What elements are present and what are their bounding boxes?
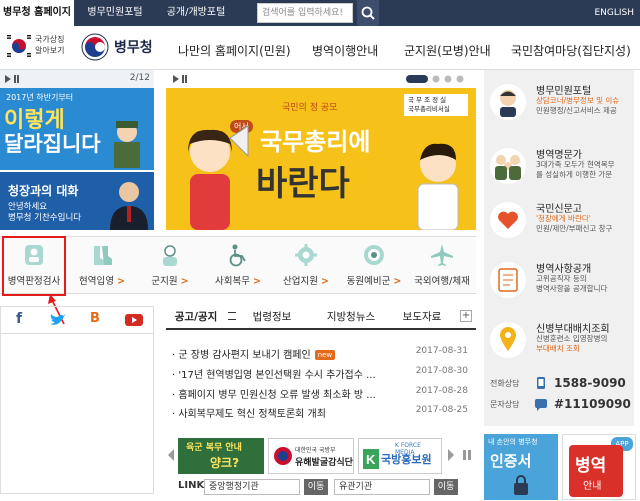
- right-item-disclosure[interactable]: 병역사항공개 고위공직자 등의 병역사항을 공개합니다: [484, 254, 634, 314]
- quick-menu: 병역판정검사 현역입영 > 군지원 > 사회복무 > 산업지원 > 동원예비군 …: [0, 236, 476, 294]
- search-icon: [361, 6, 375, 20]
- go-button[interactable]: 이동: [434, 479, 458, 495]
- girl-cartoon-icon: [188, 125, 249, 230]
- blog-link[interactable]: B: [77, 307, 115, 333]
- airplane-icon: [431, 244, 453, 266]
- quick-item-volunteer[interactable]: 군지원 >: [136, 237, 204, 295]
- center-banner-controls: [166, 70, 476, 88]
- play-pause-icon[interactable]: [4, 74, 20, 84]
- tab-press-release[interactable]: 보도자료: [392, 306, 452, 328]
- banner-certificate[interactable]: 내 손안의 병무청 인증서: [484, 434, 558, 500]
- taegeuk-flag-icon[interactable]: [6, 33, 32, 59]
- banner-pm-suggestion[interactable]: 국민의 정 공모 국 무 조 정 실 국무총리비서실 어서 국무총리에 바란다: [166, 88, 476, 230]
- right-item-civil-portal[interactable]: 병무민원포털 상담코너/병무정보 및 이슈 민원행정/신고서비스 제공: [484, 76, 634, 136]
- youtube-icon: [125, 314, 143, 326]
- tab-law-info[interactable]: 법령정보: [242, 306, 302, 328]
- banner-mma-app[interactable]: APP 병역 안내: [562, 434, 636, 500]
- tab-regional-news[interactable]: 지방청뉴스: [316, 306, 386, 328]
- banner-counter: 2/12: [129, 73, 150, 83]
- wheelchair-icon: [229, 244, 246, 267]
- app-icon: 병역 안내: [569, 445, 623, 497]
- boy-cartoon-icon: [417, 143, 459, 230]
- english-link[interactable]: ENGLISH: [594, 0, 634, 26]
- highlight-box: [2, 236, 66, 296]
- lock-icon: [514, 475, 528, 495]
- quick-item-industry-support[interactable]: 산업지원 >: [272, 237, 340, 295]
- gear-icon: [295, 244, 317, 266]
- right-item-honor-family[interactable]: 병역명문가 3대가족 모두가 현역복무 를 성실하게 이행한 가문: [484, 140, 634, 200]
- central-agency-select[interactable]: 중앙행정기관: [204, 479, 300, 495]
- soldier-cartoon-icon: [114, 121, 140, 168]
- banner-commissioner-talk[interactable]: 청장과의 대화 안녕하세요 병무청 기찬수입니다: [0, 172, 154, 230]
- k-logo-icon: K: [363, 449, 379, 469]
- pause-banner-icon[interactable]: [460, 448, 474, 462]
- go-button[interactable]: 이동: [304, 479, 328, 495]
- youtube-link[interactable]: [115, 307, 153, 333]
- logo-text[interactable]: 병무청: [114, 37, 153, 57]
- notice-item[interactable]: · 홈페이지 병무 민원신청 오류 발생 최소화 방 ... 2017-08-2…: [172, 386, 472, 402]
- list-icon[interactable]: [228, 312, 236, 320]
- tab-civil-portal[interactable]: 병무민원포털: [78, 0, 152, 26]
- nav-enlistment-guide[interactable]: 군지원(모병)안내: [404, 42, 491, 59]
- play-pause-icon[interactable]: [172, 74, 188, 84]
- phone-consult[interactable]: 전화상담 1588-9090: [490, 376, 634, 392]
- banner-defense-media[interactable]: K FORCE MEDIA K 국방홍보원: [358, 438, 442, 474]
- more-plus-button[interactable]: +: [460, 310, 472, 322]
- top-bar: 병무청 홈페이지 병무민원포털 공개/개방포털 검색어를 입력하세요! ENGL…: [0, 0, 640, 26]
- link-bar: LINK 중앙행정기관 이동 유관기관 이동: [166, 476, 476, 498]
- banner-army-service[interactable]: 육군 복무 안내 양크?: [178, 438, 264, 474]
- national-symbol-link[interactable]: 국가상징 알아보기: [35, 34, 64, 56]
- carousel-dots[interactable]: [406, 74, 472, 84]
- map-pin-icon: [500, 327, 516, 351]
- facebook-link[interactable]: f: [1, 307, 39, 333]
- new-badge: new: [314, 350, 336, 360]
- quick-item-social-service[interactable]: 사회복무 >: [204, 237, 272, 295]
- mnd-emblem-icon: [274, 447, 292, 465]
- site-header: 국가상징 알아보기 병무청 나만의 홈페이지(민원) 병역이행안내 군지원(모병…: [0, 26, 640, 70]
- tab-notice[interactable]: 공고/공지: [166, 306, 226, 328]
- sms-consult[interactable]: 문자상담 #11109090: [490, 397, 634, 413]
- notice-tabs: 공고/공지 법령정보 지방청뉴스 보도자료 +: [166, 306, 476, 330]
- emblem-icon: [364, 245, 384, 265]
- search-input[interactable]: 검색어를 입력하세요!: [257, 3, 353, 23]
- next-banner-icon[interactable]: [446, 448, 456, 462]
- banner-changes-2017[interactable]: 2017년 하반기부터 이렇게 달라집니다: [0, 88, 154, 170]
- related-agency-select[interactable]: 유관기관: [334, 479, 430, 495]
- svg-text:K: K: [366, 452, 376, 467]
- quick-item-reserve-forces[interactable]: 동원예비군 >: [340, 237, 408, 295]
- tab-open-portal[interactable]: 공개/개방포털: [156, 0, 236, 26]
- heart-icon: [498, 211, 518, 229]
- notice-item[interactable]: · 사회복무제도 혁신 정책토론회 개최 2017-08-25: [172, 405, 472, 421]
- notice-item[interactable]: · '17년 현역병입영 본인선택원 수시 추가접수 ... 2017-08-3…: [172, 366, 472, 382]
- nav-participation[interactable]: 국민참여마당(집단지성): [511, 42, 631, 59]
- right-item-unit-assignment[interactable]: 신병부대배치조회 신병훈련소 입영장병의 부대배치 조회: [484, 314, 634, 374]
- mma-logo-icon[interactable]: [80, 32, 110, 62]
- pm-office-logo: 국 무 조 정 실 국무총리비서실: [404, 94, 468, 116]
- notice-item[interactable]: · 군 장병 감사편지 보내기 캠페인 new 2017-08-31: [172, 346, 472, 362]
- right-sidebar: 병무민원포털 상담코너/병무정보 및 이슈 민원행정/신고서비스 제공 병역명문가…: [484, 70, 634, 426]
- nav-my-home[interactable]: 나만의 홈페이지(민원): [178, 42, 291, 59]
- sms-icon: [535, 399, 547, 411]
- social-feed-area: [0, 334, 154, 494]
- boots-icon: [94, 246, 112, 265]
- phone-icon: [537, 377, 545, 389]
- twitter-link[interactable]: [39, 307, 77, 333]
- family-icon: [495, 155, 521, 180]
- left-banner-controls: 2/12: [0, 70, 154, 88]
- quick-item-overseas-travel[interactable]: 국외여행/체재: [408, 237, 476, 295]
- tab-mma-home[interactable]: 병무청 홈페이지: [0, 0, 74, 26]
- right-item-epeople[interactable]: 국민신문고 '청장에게 바란다' 민원/제안/부패신고 창구: [484, 194, 634, 254]
- prev-banner-icon[interactable]: [166, 448, 176, 462]
- commissioner-photo: [110, 182, 148, 230]
- nav-service-guide[interactable]: 병역이행안내: [312, 42, 378, 59]
- quick-item-active-enlistment[interactable]: 현역입영 >: [68, 237, 136, 295]
- twitter-icon: [50, 314, 66, 325]
- soldier-icon: [163, 245, 177, 266]
- banner-remains-recovery[interactable]: 대한민국 국방부 유해발굴감식단: [268, 438, 354, 474]
- search-button[interactable]: [357, 0, 379, 26]
- advisor-icon: [500, 90, 516, 117]
- document-icon: [498, 268, 518, 292]
- social-links: f B: [0, 306, 154, 334]
